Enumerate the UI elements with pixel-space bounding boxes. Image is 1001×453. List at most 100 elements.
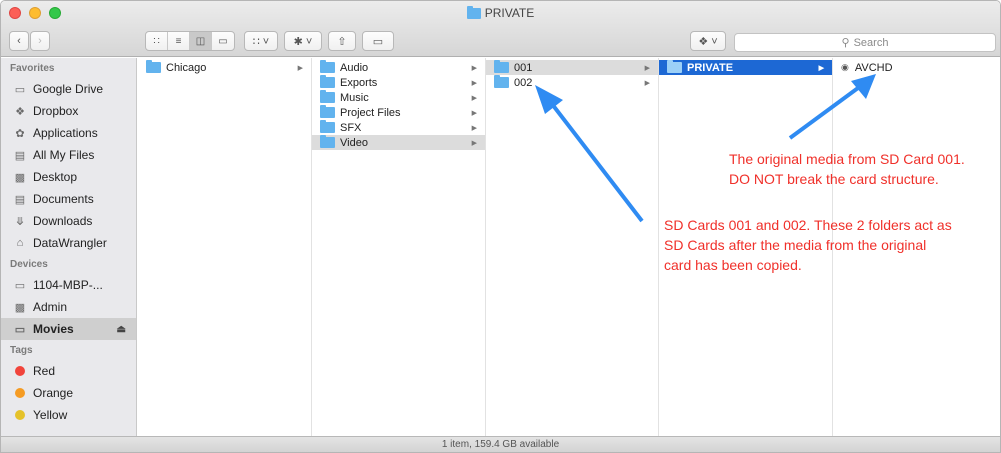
disk-icon: ▩ [14,301,26,314]
cover-flow-icon[interactable]: ▭ [212,32,234,50]
disclosure-arrow-icon: ▶ [471,139,477,147]
sidebar-item-label: DataWrangler [33,236,107,250]
folder-icon [146,60,161,73]
folder-icon [320,75,335,88]
icon-view-icon[interactable]: ∷ [146,32,168,50]
arrange-button[interactable]: ∷ ˅ [244,31,278,51]
sidebar-item-applications[interactable]: ✿ Applications [1,122,136,144]
folder-icon [494,75,509,88]
item-label: Chicago [166,61,207,74]
red-tag-icon [15,366,25,376]
sidebar-item-label: Orange [33,386,74,400]
sidebar-item-label: Desktop [33,170,78,184]
item-label: 001 [514,61,533,74]
sidebar: Favorites ▭ Google Drive ❖ Dropbox ✿ Applic… [1,58,137,438]
sidebar-item-label: Documents [33,192,94,206]
sidebar-item-mbp[interactable]: ▭ 1104-MBP-... [1,274,136,296]
sidebar-item-downloads[interactable]: ⤋ Downloads [1,210,136,232]
disclosure-arrow-icon: ▶ [471,64,477,72]
list-item-project-files[interactable]: Project Files ▶ [312,105,485,120]
applications-icon: ✿ [15,127,25,140]
list-item-chicago[interactable]: Chicago ▶ [138,60,311,75]
item-label: Exports [340,76,378,89]
item-label: PRIVATE [687,61,734,74]
window-title-text: PRIVATE [484,6,535,20]
folder-icon [320,135,335,148]
sidebar-item-datawrangler[interactable]: ⌂ DataWrangler [1,232,136,254]
column-view-icon[interactable]: ◫ [190,32,212,50]
sidebar-item-label: Dropbox [33,104,79,118]
file-icon: ◉ [841,62,849,72]
all-files-icon: ▤ [14,149,26,162]
annotation-line: SD Cards after the media from the origin… [664,237,927,253]
annotation-line: The original media from SD Card 001. [729,151,965,167]
sidebar-item-movies[interactable]: ▭ Movies ⏏ [1,318,136,340]
window-title: PRIVATE [1,5,1000,20]
search-placeholder: Search [853,36,889,49]
view-mode-switcher: ∷ ≡ ◫ ▭ [145,31,235,51]
item-label: Project Files [340,106,401,119]
list-item-001[interactable]: 001 ▶ [486,60,658,75]
annotation-line: card has been copied. [664,257,802,273]
list-item-audio[interactable]: Audio ▶ [312,60,485,75]
tags-header: Tags [10,345,33,356]
sidebar-item-label: Yellow [33,408,68,422]
list-item-avchd[interactable]: ◉ AVCHD [833,60,1000,75]
tags-button[interactable]: ▭ [362,31,394,51]
search-input[interactable]: ⚲ Search [734,33,996,52]
home-icon: ⌂ [16,237,24,249]
sidebar-item-admin[interactable]: ▩ Admin [1,296,136,318]
sidebar-item-desktop[interactable]: ▩ Desktop [1,166,136,188]
sidebar-item-tag-orange[interactable]: Orange [1,382,136,404]
back-button[interactable]: ‹ [9,31,29,51]
list-item-music[interactable]: Music ▶ [312,90,485,105]
forward-button[interactable]: › [30,31,50,51]
documents-icon: ▤ [14,193,26,206]
sidebar-item-label: Applications [33,126,98,140]
sidebar-item-tag-yellow[interactable]: Yellow [1,404,136,426]
list-view-icon[interactable]: ≡ [168,32,190,50]
sidebar-item-dropbox[interactable]: ❖ Dropbox [1,100,136,122]
sidebar-item-tag-red[interactable]: Red [1,360,136,382]
disclosure-arrow-icon: ▶ [818,64,824,72]
status-bar: 1 item, 159.4 GB available [1,436,1000,452]
drive-icon: ▭ [14,323,26,336]
folder-icon [320,90,335,103]
item-label: Audio [340,61,369,74]
folder-icon [466,5,481,19]
disclosure-arrow-icon: ▶ [297,64,303,72]
sidebar-item-documents[interactable]: ▤ Documents [1,188,136,210]
disclosure-arrow-icon: ▶ [471,94,477,102]
share-button[interactable]: ⇧ [328,31,356,51]
item-label: SFX [340,121,362,134]
list-item-sfx[interactable]: SFX ▶ [312,120,485,135]
action-gear-button[interactable]: ✱ ˅ [284,31,322,51]
column-3: 001 ▶ 002 ▶ [486,58,659,438]
desktop-icon: ▩ [14,171,26,184]
item-label: 002 [514,76,533,89]
item-label: AVCHD [854,61,893,74]
disclosure-arrow-icon: ▶ [644,79,650,87]
folder-icon [494,60,509,73]
favorites-header: Favorites [10,63,55,74]
folder-icon [667,60,682,73]
list-item-002[interactable]: 002 ▶ [486,75,658,90]
sidebar-item-all-my-files[interactable]: ▤ All My Files [1,144,136,166]
dropbox-icon: ❖ [15,105,25,118]
sidebar-item-label: Downloads [33,214,93,228]
dropbox-menu-button[interactable]: ❖ ˅ [690,31,726,51]
search-icon: ⚲ [841,37,850,49]
annotation-line: DO NOT break the card structure. [729,171,939,187]
sidebar-item-label: Admin [33,300,68,314]
sidebar-item-google-drive[interactable]: ▭ Google Drive [1,78,136,100]
annotation-note-2: SD Cards 001 and 002. These 2 folders ac… [664,215,952,275]
eject-icon[interactable]: ⏏ [117,324,126,335]
list-item-exports[interactable]: Exports ▶ [312,75,485,90]
downloads-icon: ⤋ [15,215,25,228]
disclosure-arrow-icon: ▶ [471,79,477,87]
annotation-note-1: The original media from SD Card 001. DO … [729,149,965,189]
list-item-private[interactable]: PRIVATE ▶ [659,60,832,75]
list-item-video[interactable]: Video ▶ [312,135,485,150]
title-bar: PRIVATE ‹ › ∷ ≡ ◫ ▭ ∷ ˅ ✱ ˅ ⇧ ▭ ❖ ˅ ⚲ Se… [1,1,1000,57]
folder-icon [320,105,335,118]
